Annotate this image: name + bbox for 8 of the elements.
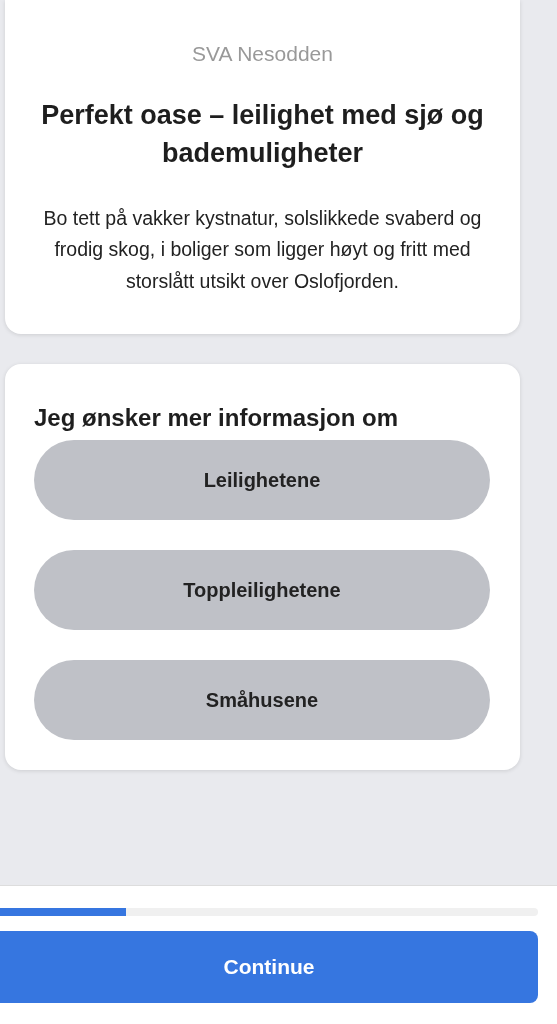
brand-name: SVA Nesodden [192,42,333,66]
description-text: Bo tett på vakker kystnatur, solslikkede svaberd og frodig skog, i boliger som ligger høyt og fritt med storslått utsikt over Oslofjorden. [42,205,483,295]
continue-button[interactable]: Continue [0,931,538,1003]
page-title: Perfekt oase – leilighet med sjø og bademuligheter [40,99,485,171]
option-button[interactable]: Toppleilighetene [34,550,490,630]
option-button[interactable]: Småhusene [34,660,490,740]
option-button[interactable]: Leilighetene [34,440,490,520]
question-heading: Jeg ønsker mer informasjon om [34,404,400,432]
